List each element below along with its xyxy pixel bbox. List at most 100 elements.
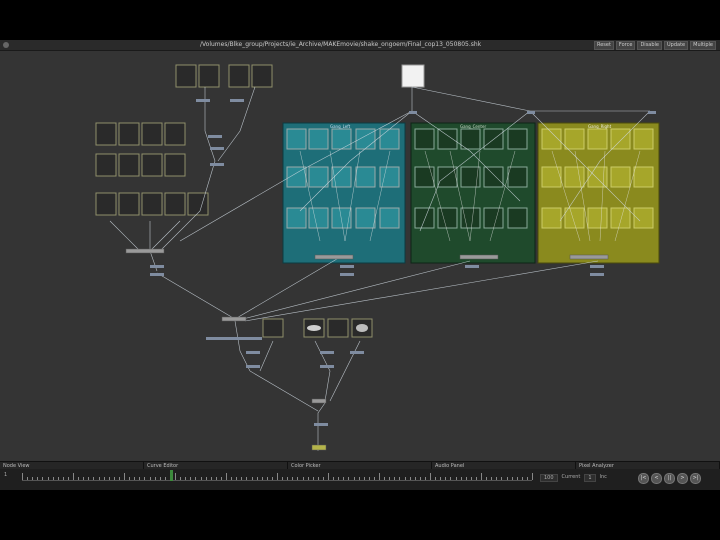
- ruler-tick: [379, 473, 380, 480]
- ruler-tick: [394, 477, 396, 480]
- ruler-tick: [52, 477, 54, 480]
- increment-label: Inc: [599, 474, 607, 480]
- node-graph[interactable]: Gang_Left Gang_Center Gang_Right: [0, 51, 720, 461]
- ruler-tick: [98, 477, 100, 480]
- ruler-tick: [220, 477, 222, 480]
- ruler-tick: [506, 477, 508, 480]
- timeline-ruler[interactable]: [22, 471, 533, 481]
- ruler-tick: [57, 477, 59, 480]
- ruler-tick: [532, 473, 533, 480]
- group-center-thumbnails: [414, 128, 528, 229]
- node-graph-canvas[interactable]: [0, 51, 720, 461]
- ruler-tick: [149, 477, 151, 480]
- ruler-tick: [231, 477, 233, 480]
- ruler-tick: [261, 477, 263, 480]
- playhead[interactable]: [170, 470, 173, 481]
- ruler-tick: [399, 477, 401, 480]
- ruler-tick: [62, 477, 64, 480]
- ruler-tick: [358, 477, 360, 480]
- window-title: /Volumes/Blke_group/Projects/ie_Archive/…: [200, 41, 482, 48]
- ruler-tick: [328, 473, 329, 480]
- ruler-tick: [419, 477, 421, 480]
- ruler-tick: [215, 477, 217, 480]
- go-start-button[interactable]: |<: [638, 473, 649, 484]
- ruler-tick: [287, 477, 289, 480]
- ruler-tick: [226, 473, 227, 480]
- stop-button[interactable]: ||: [664, 473, 675, 484]
- ruler-tick: [103, 477, 105, 480]
- galaxy-thumbnail-1: [307, 325, 321, 331]
- ruler-tick: [93, 477, 95, 480]
- ruler-tick: [368, 477, 370, 480]
- window-close-icon[interactable]: [3, 42, 9, 48]
- ruler-tick: [154, 477, 156, 480]
- ruler-tick: [83, 477, 85, 480]
- toolbar: Reset Force Disable Update Multiple: [593, 41, 716, 50]
- ruler-tick: [343, 477, 345, 480]
- ruler-tick: [297, 477, 299, 480]
- ruler-tick: [88, 477, 90, 480]
- ruler-tick: [409, 477, 411, 480]
- time-bar: 1 100 Current 1 Inc |< < || > >|: [0, 469, 720, 490]
- multiple-button[interactable]: Multiple: [690, 41, 716, 50]
- ruler-tick: [134, 477, 136, 480]
- current-frame-field[interactable]: 1: [584, 474, 596, 482]
- ruler-tick: [266, 477, 268, 480]
- group-left-thumbnails: [286, 128, 400, 229]
- ruler-tick: [521, 477, 523, 480]
- ruler-tick: [404, 477, 406, 480]
- merge-nodes[interactable]: [125, 248, 609, 451]
- thumbnail-cluster-left: [95, 122, 209, 216]
- thumbnail-cluster-top: [175, 64, 273, 88]
- play-button[interactable]: >: [677, 473, 688, 484]
- ruler-tick: [37, 477, 39, 480]
- ruler-tick: [475, 477, 477, 480]
- ruler-tick: [195, 477, 197, 480]
- current-label: Current: [561, 474, 581, 480]
- ruler-tick: [27, 477, 29, 480]
- ruler-tick: [322, 477, 324, 480]
- ruler-tick: [241, 477, 243, 480]
- ruler-tick: [292, 477, 294, 480]
- ruler-tick: [481, 473, 482, 480]
- force-button[interactable]: Force: [615, 41, 636, 50]
- ruler-tick: [164, 477, 166, 480]
- update-button[interactable]: Update: [664, 41, 689, 50]
- reset-button[interactable]: Reset: [593, 41, 614, 50]
- start-frame-field[interactable]: 1: [4, 472, 7, 478]
- step-back-button[interactable]: <: [651, 473, 662, 484]
- ruler-tick: [491, 477, 493, 480]
- ruler-tick: [455, 477, 457, 480]
- ruler-tick: [430, 473, 431, 480]
- ruler-tick: [486, 477, 488, 480]
- ruler-tick: [190, 477, 192, 480]
- transport-controls: |< < || > >|: [638, 473, 701, 484]
- end-frame-field[interactable]: 100: [540, 474, 558, 482]
- ruler-tick: [384, 477, 386, 480]
- ruler-tick: [312, 477, 314, 480]
- galaxy-thumbnail-2: [356, 324, 368, 332]
- ruler-tick: [236, 477, 238, 480]
- ruler-tick: [516, 477, 518, 480]
- title-bar: /Volumes/Blke_group/Projects/ie_Archive/…: [0, 40, 720, 51]
- ruler-tick: [78, 477, 80, 480]
- ruler-tick: [496, 477, 498, 480]
- ruler-tick: [277, 473, 278, 480]
- ruler-tick: [353, 477, 355, 480]
- ruler-tick: [460, 477, 462, 480]
- ruler-tick: [333, 477, 335, 480]
- disable-button[interactable]: Disable: [637, 41, 663, 50]
- ruler-tick: [22, 473, 23, 480]
- frame-fields: 100 Current 1 Inc: [540, 474, 607, 482]
- ruler-tick: [373, 477, 375, 480]
- ruler-tick: [501, 477, 503, 480]
- group-label-left: Gang_Left: [330, 124, 351, 129]
- go-end-button[interactable]: >|: [690, 473, 701, 484]
- ruler-tick: [424, 477, 426, 480]
- ruler-tick: [118, 477, 120, 480]
- ruler-tick: [124, 473, 125, 480]
- ruler-tick: [139, 477, 141, 480]
- white-source-node[interactable]: [401, 64, 425, 88]
- ruler-tick: [251, 477, 253, 480]
- ruler-tick: [271, 477, 273, 480]
